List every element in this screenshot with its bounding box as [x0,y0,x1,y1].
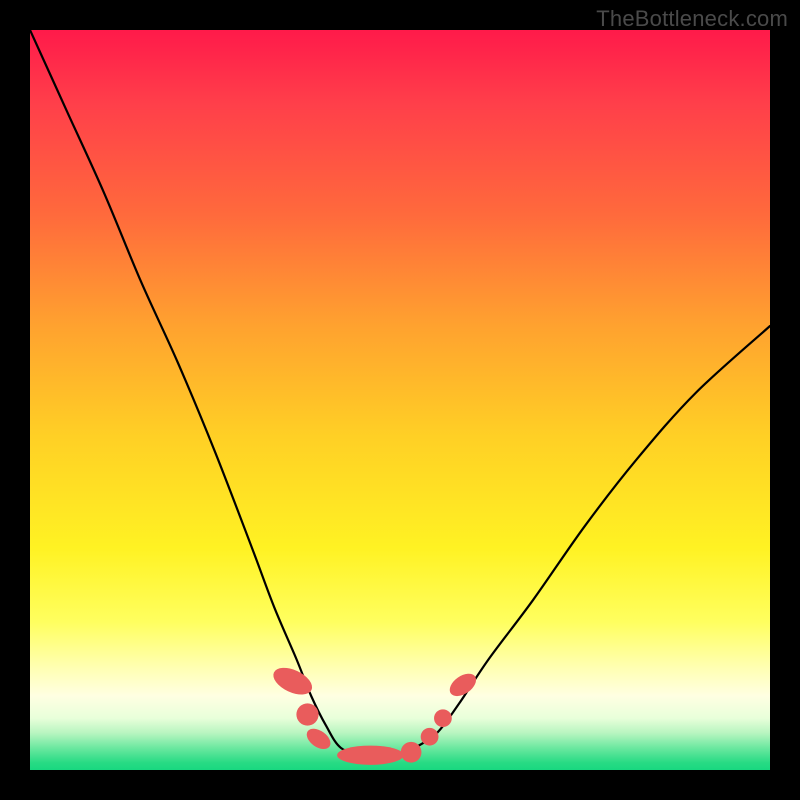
curve-marker-pill [303,725,334,754]
chart-frame: TheBottleneck.com [0,0,800,800]
plot-area [30,30,770,770]
curve-marker-dot [296,703,318,725]
curve-marker-pill [269,662,316,700]
curve-marker-dot [421,728,439,746]
curve-marker-pill [446,669,480,701]
curve-marker-dot [434,709,452,727]
bottleneck-curve-path [30,30,770,756]
curve-marker-pill [337,746,404,765]
curve-marker-dot [401,742,422,763]
curve-markers [269,662,480,764]
watermark-text: TheBottleneck.com [596,6,788,32]
bottleneck-curve-svg [30,30,770,770]
